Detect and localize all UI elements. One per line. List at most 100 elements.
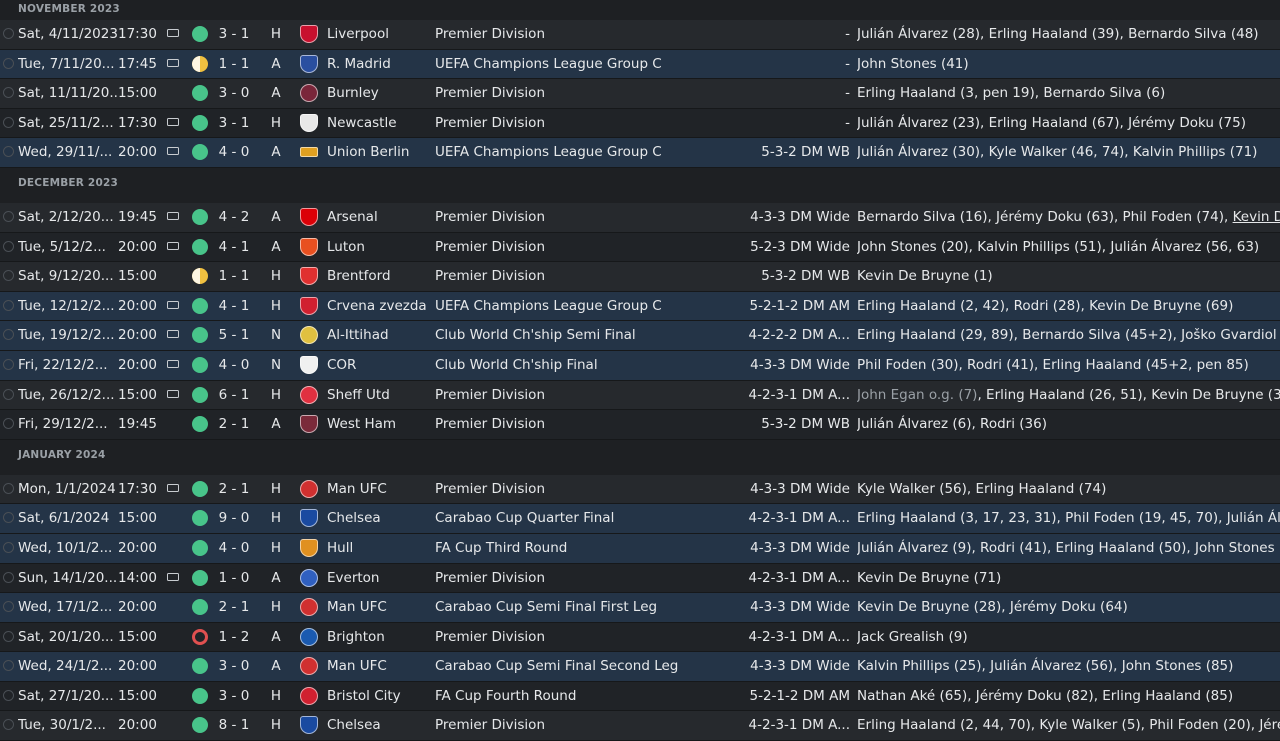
fixture-row[interactable]: Sat, 27/1/20... 15:00 3 - 0 H Bristol City FA… [0,681,1280,712]
fixture-score[interactable]: 3 - 0 [218,79,250,107]
select-checkbox[interactable] [3,57,14,69]
opponent-link[interactable]: Luton [327,233,427,261]
fixture-score[interactable]: 5 - 1 [218,321,250,349]
opponent-link[interactable]: Hull [327,534,427,562]
fixture-score[interactable]: 4 - 0 [218,138,250,166]
fixture-row[interactable]: Wed, 29/11/... 20:00 4 - 0 A Union Berlin UEF… [0,138,1280,168]
competition-link[interactable]: Carabao Cup Semi Final First Leg [435,593,745,621]
fixture-score[interactable]: 1 - 2 [218,623,250,651]
opponent-link[interactable]: Man UFC [327,652,427,680]
opponent-link[interactable]: Newcastle [327,109,427,137]
select-checkbox[interactable] [3,541,14,553]
fixture-score[interactable]: 3 - 1 [218,20,250,48]
fixture-row[interactable]: Fri, 22/12/2... 20:00 4 - 0 N COR Club World … [0,350,1280,381]
opponent-link[interactable]: Man UFC [327,593,427,621]
fixture-score[interactable]: 2 - 1 [218,410,250,438]
opponent-link[interactable]: COR [327,351,427,379]
select-checkbox[interactable] [3,689,14,701]
fixture-row[interactable]: Sun, 14/1/20... 14:00 1 - 0 A Everton Premier… [0,563,1280,594]
opponent-link[interactable]: Burnley [327,79,427,107]
select-checkbox[interactable] [3,87,14,99]
competition-link[interactable]: FA Cup Third Round [435,534,745,562]
fixture-score[interactable]: 6 - 1 [218,381,250,409]
opponent-link[interactable]: Bristol City [327,682,427,710]
competition-link[interactable]: Premier Division [435,475,745,503]
select-checkbox[interactable] [3,601,14,613]
select-checkbox[interactable] [3,482,14,494]
fixture-row[interactable]: Tue, 5/12/2... 20:00 4 - 1 A Luton Premier Di… [0,232,1280,263]
select-checkbox[interactable] [3,571,14,583]
select-checkbox[interactable] [3,270,14,282]
select-checkbox[interactable] [3,240,14,252]
fixture-score[interactable]: 4 - 0 [218,351,250,379]
fixture-row[interactable]: Sat, 2/12/20... 19:45 4 - 2 A Arsenal Premier… [0,202,1280,233]
opponent-link[interactable]: West Ham [327,410,427,438]
fixture-score[interactable]: 8 - 1 [218,711,250,739]
fixture-row[interactable]: Mon, 1/1/2024 17:30 2 - 1 H Man UFC Premier D… [0,474,1280,505]
competition-link[interactable]: UEFA Champions League Group C [435,50,745,78]
competition-link[interactable]: Premier Division [435,79,745,107]
fixture-row[interactable]: Tue, 7/11/20... 17:45 1 - 1 A R. Madrid UEFA … [0,49,1280,80]
fixture-score[interactable]: 4 - 1 [218,233,250,261]
fixture-score[interactable]: 4 - 0 [218,534,250,562]
select-checkbox[interactable] [3,210,14,222]
competition-link[interactable]: Premier Division [435,711,745,739]
competition-link[interactable]: UEFA Champions League Group C [435,138,745,166]
competition-link[interactable]: Premier Division [435,564,745,592]
select-checkbox[interactable] [3,329,14,341]
fixture-row[interactable]: Fri, 29/12/2... 19:45 2 - 1 A West Ham Premie… [0,410,1280,440]
scorer-link[interactable]: Kevin De Bruyne [1233,209,1280,225]
fixture-score[interactable]: 4 - 1 [218,292,250,320]
competition-link[interactable]: Premier Division [435,381,745,409]
competition-link[interactable]: Premier Division [435,410,745,438]
competition-link[interactable]: Premier Division [435,233,745,261]
select-checkbox[interactable] [3,512,14,524]
fixture-score[interactable]: 4 - 2 [218,203,250,231]
competition-link[interactable]: Premier Division [435,262,745,290]
competition-link[interactable]: Premier Division [435,203,745,231]
opponent-link[interactable]: Chelsea [327,504,427,532]
competition-link[interactable]: Club World Ch'ship Semi Final [435,321,745,349]
competition-link[interactable]: Club World Ch'ship Final [435,351,745,379]
competition-link[interactable]: UEFA Champions League Group C [435,292,745,320]
opponent-link[interactable]: Liverpool [327,20,427,48]
opponent-link[interactable]: Man UFC [327,475,427,503]
fixture-score[interactable]: 1 - 1 [218,50,250,78]
fixture-row[interactable]: Tue, 19/12/2... 20:00 5 - 1 N Al-Ittihad Club… [0,321,1280,351]
fixture-row[interactable]: Wed, 24/1/2... 20:00 3 - 0 A Man UFC Carabao … [0,652,1280,682]
opponent-link[interactable]: Chelsea [327,711,427,739]
fixture-score[interactable]: 9 - 0 [218,504,250,532]
fixture-score[interactable]: 1 - 1 [218,262,250,290]
competition-link[interactable]: Premier Division [435,20,745,48]
opponent-link[interactable]: Brentford [327,262,427,290]
fixture-score[interactable]: 3 - 0 [218,652,250,680]
fixture-row[interactable]: Wed, 17/1/2... 20:00 2 - 1 H Man UFC Carabao … [0,593,1280,623]
fixture-row[interactable]: Wed, 10/1/2... 20:00 4 - 0 H Hull FA Cup Thir… [0,533,1280,564]
competition-link[interactable]: FA Cup Fourth Round [435,682,745,710]
select-checkbox[interactable] [3,116,14,128]
select-checkbox[interactable] [3,299,14,311]
opponent-link[interactable]: Union Berlin [327,138,427,166]
opponent-link[interactable]: R. Madrid [327,50,427,78]
fixture-score[interactable]: 2 - 1 [218,475,250,503]
competition-link[interactable]: Premier Division [435,109,745,137]
opponent-link[interactable]: Brighton [327,623,427,651]
fixture-score[interactable]: 3 - 1 [218,109,250,137]
select-checkbox[interactable] [3,388,14,400]
fixture-row[interactable]: Tue, 26/12/2... 15:00 6 - 1 H Sheff Utd Premi… [0,380,1280,411]
fixture-row[interactable]: Sat, 9/12/20... 15:00 1 - 1 H Brentford Premi… [0,262,1280,292]
opponent-link[interactable]: Sheff Utd [327,381,427,409]
fixture-row[interactable]: Tue, 12/12/2... 20:00 4 - 1 H Crvena zvezda U… [0,291,1280,322]
select-checkbox[interactable] [3,660,14,672]
fixture-score[interactable]: 2 - 1 [218,593,250,621]
opponent-link[interactable]: Arsenal [327,203,427,231]
select-checkbox[interactable] [3,630,14,642]
fixture-score[interactable]: 1 - 0 [218,564,250,592]
fixture-score[interactable]: 3 - 0 [218,682,250,710]
select-checkbox[interactable] [3,358,14,370]
select-checkbox[interactable] [3,418,14,430]
select-checkbox[interactable] [3,719,14,731]
select-checkbox[interactable] [3,28,14,39]
fixture-row[interactable]: Sat, 11/11/20... 15:00 3 - 0 A Burnley Premie… [0,79,1280,109]
fixture-row[interactable]: Sat, 20/1/20... 15:00 1 - 2 A Brighton Premie… [0,622,1280,653]
